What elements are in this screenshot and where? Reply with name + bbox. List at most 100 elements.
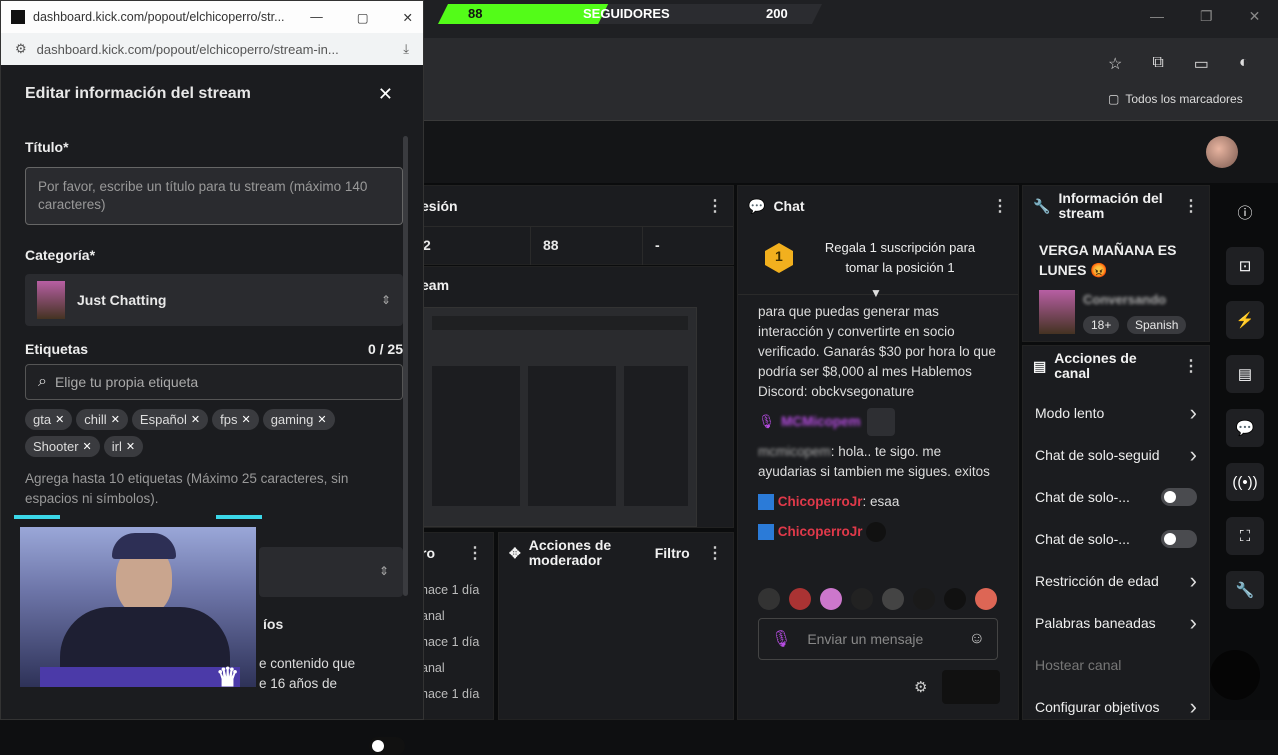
maximize-icon[interactable]: ▢ [357,10,369,25]
close-icon[interactable]: ✕ [1249,8,1261,25]
settings-gear-icon[interactable]: ⚙ [914,678,927,696]
info-icon[interactable]: ⓘ [1226,193,1264,231]
age-badge: 18+ [1083,316,1120,334]
download-icon[interactable]: ⤓ [403,41,409,57]
moderator-actions-panel: ✥ Acciones de moderador Filtro ⋮ [498,532,734,720]
remove-tag-icon[interactable]: ✕ [83,440,92,453]
more-icon[interactable]: ⋮ [1183,356,1199,376]
popout-window-title: dashboard.kick.com/popout/elchicoperro/s… [33,10,285,24]
user-avatar[interactable] [1206,136,1238,168]
tag-chip[interactable]: Shooter ✕ [25,436,100,457]
emote-icon[interactable] [913,588,935,610]
chat-input[interactable]: 🎙 Enviar un mensaje ☺ [758,618,998,660]
wrench-icon[interactable]: 🔧 [1226,571,1264,609]
close-icon[interactable]: ✕ [378,84,393,105]
channel-action-row[interactable]: Palabras baneadas › [1023,602,1209,644]
channel-action-row[interactable]: Restricción de edad › [1023,560,1209,602]
site-info-icon[interactable]: ⚙ [15,41,27,57]
more-icon[interactable]: ⋮ [992,196,1008,216]
moderator-title-icon: ✥ [509,544,521,561]
chat-username[interactable]: mcmicopem [758,444,831,459]
chat-username[interactable]: ChicoperroJr [778,524,863,539]
remove-tag-icon[interactable]: ✕ [317,413,326,426]
emote-icon[interactable] [882,588,904,610]
stream-preview-video[interactable] [423,307,697,527]
send-button[interactable] [942,670,1000,704]
channel-action-row[interactable]: Chat de solo-seguid › [1023,434,1209,476]
channel-action-toggle[interactable] [1161,488,1197,506]
more-icon[interactable]: ⋮ [707,196,723,216]
category-select[interactable]: Just Chatting ⇕ [25,274,403,326]
channel-action-toggle[interactable] [1161,530,1197,548]
mature-content-desc-1: e contenido que [259,656,356,671]
channel-action-row[interactable]: Chat de solo-... [1023,476,1209,518]
tag-chip[interactable]: gta ✕ [25,409,73,430]
more-icon[interactable]: ⋮ [467,543,483,563]
language-select[interactable]: ⇕ [259,547,403,597]
users-icon[interactable]: ⛶ [1226,517,1264,555]
channel-action-label: Chat de solo-seguid [1035,447,1160,463]
remove-tag-icon[interactable]: ✕ [55,413,64,426]
emote-icon[interactable] [851,588,873,610]
star-icon[interactable]: ☆ [1108,54,1122,74]
chat-title: Chat [773,198,805,214]
document-icon[interactable]: ▤ [1226,355,1264,393]
emote-icon[interactable] [758,588,780,610]
mature-content-toggle[interactable] [369,737,405,755]
chat-bubble-icon[interactable]: 💬 [1226,409,1264,447]
gift-promo[interactable]: 1 Regala 1 suscripción para tomar la pos… [738,228,1018,300]
emote-icon[interactable] [944,588,966,610]
tag-chip[interactable]: fps ✕ [212,409,259,430]
broadcast-icon[interactable]: ((•)) [1226,463,1264,501]
channel-action-row[interactable]: Modo lento › [1023,392,1209,434]
tag-chip[interactable]: irl ✕ [103,436,144,457]
emoji-icon[interactable]: ☺ [969,630,985,648]
mic-badge-icon: 🎙 [758,414,776,429]
chevron-down-icon[interactable]: ▼ [870,286,882,300]
profile-icon[interactable]: ◐ [1239,54,1249,74]
close-icon[interactable]: ✕ [403,10,413,25]
sidebar-icon[interactable]: ▭ [1194,54,1209,74]
mic-icon[interactable]: 🎙 [771,629,791,649]
filter-button[interactable]: Filtro [655,545,690,561]
channel-action-row[interactable]: Chat de solo-... [1023,518,1209,560]
more-icon[interactable]: ⋮ [707,543,723,563]
extensions-icon[interactable]: ⧉ [1152,54,1163,74]
dialog-title: Editar información del stream [25,85,251,102]
chat-text: : esaa [862,494,900,509]
emote-icon[interactable] [789,588,811,610]
chat-icon: 💬 [748,197,766,214]
tag-chip[interactable]: Español ✕ [131,409,209,430]
chat-message: ChicoperroJr: esaa [758,492,998,512]
minimize-icon[interactable]: — [1150,8,1164,25]
select-arrows-icon: ⇕ [380,293,391,307]
chat-username[interactable]: ChicoperroJr [778,494,863,509]
remove-tag-icon[interactable]: ✕ [111,413,120,426]
channel-action-row[interactable]: Configurar objetivos › [1023,686,1209,728]
tag-label: Español [139,412,187,427]
chat-username[interactable]: MCMicopem [781,412,861,432]
remove-tag-icon[interactable]: ✕ [191,413,200,426]
scrollbar[interactable] [403,136,408,596]
category-thumbnail [1039,290,1075,334]
restore-icon[interactable]: ❐ [1200,8,1213,25]
lightning-icon[interactable]: ⚡ [1226,301,1264,339]
emote-icon[interactable] [820,588,842,610]
screen-icon[interactable]: ⊡ [1226,247,1264,285]
more-icon[interactable]: ⋮ [1183,196,1199,216]
remove-tag-icon[interactable]: ✕ [241,413,250,426]
remove-tag-icon[interactable]: ✕ [126,440,135,453]
floating-action-button[interactable] [1210,650,1260,700]
tag-chip[interactable]: chill ✕ [76,409,128,430]
tags-search-input[interactable]: ⌕ Elige tu propia etiqueta [25,364,403,400]
window-controls: — ❐ ✕ [1150,8,1260,25]
tag-chip[interactable]: gaming ✕ [262,409,335,430]
chat-message: para que puedas generar mas interacción … [758,304,996,399]
bookmarks-folder[interactable]: ▢ Todos los marcadores [1108,92,1243,106]
title-input[interactable]: Por favor, escribe un título para tu str… [25,167,403,225]
broadcaster-badge-icon [758,524,774,541]
minimize-icon[interactable]: — [310,10,323,24]
tag-label: irl [111,439,122,454]
emote-icon[interactable] [975,588,997,610]
popout-url[interactable]: dashboard.kick.com/popout/elchicoperro/s… [37,42,394,57]
